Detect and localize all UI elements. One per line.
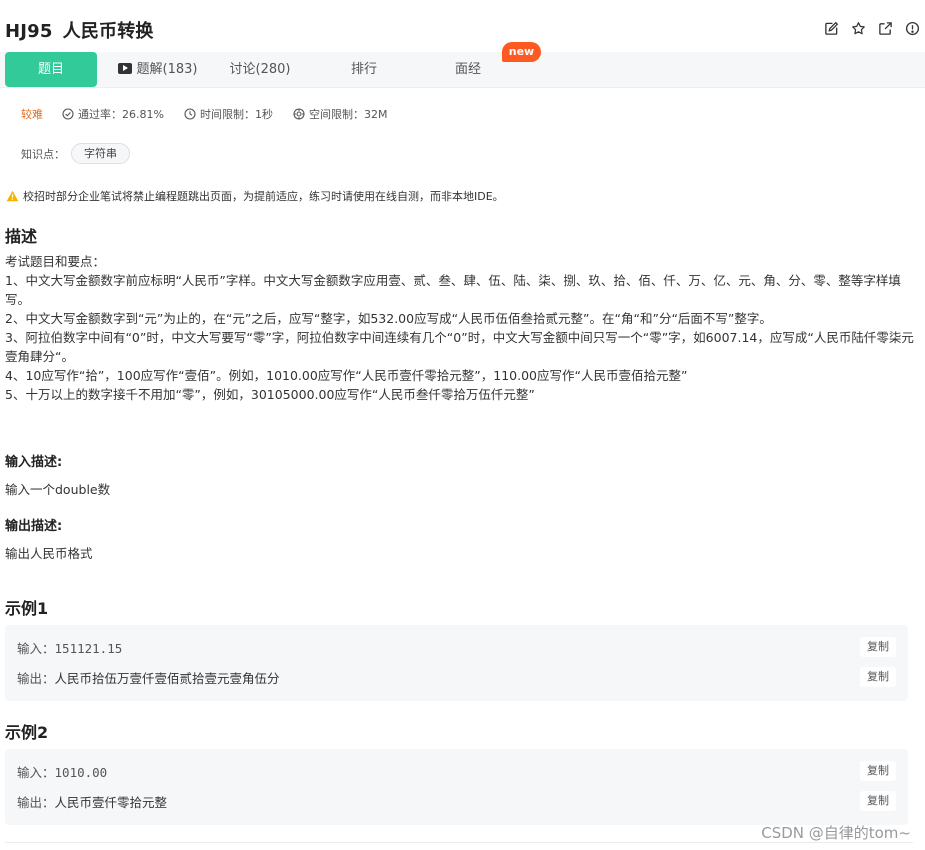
- description-line: 4、10应写作“拾”，100应写作“壹佰”。例如，1010.00应写作“人民币壹…: [5, 368, 688, 383]
- knowledge-points: 知识点： 字符串: [21, 143, 130, 164]
- tab-solutions[interactable]: 题解(183): [110, 52, 205, 88]
- new-badge: new: [502, 42, 541, 62]
- knowledge-label: 知识点：: [21, 147, 65, 161]
- input-value: 1010.00: [54, 765, 108, 780]
- tab-interviews[interactable]: 面经: [444, 52, 492, 88]
- title-actions: [823, 20, 921, 37]
- input-desc-heading: 输入描述:: [5, 455, 63, 470]
- memory-icon: [293, 108, 305, 120]
- star-icon[interactable]: [850, 20, 867, 37]
- description-line: 5、十万以上的数字接千不用加“零”，例如，30105000.00应写作“人民币叁…: [5, 387, 535, 402]
- output-label: 输出：: [17, 795, 55, 810]
- page-title: HJ95 人民币转换: [5, 17, 154, 43]
- example-2-heading: 示例2: [5, 723, 49, 742]
- check-circle-icon: [62, 108, 74, 120]
- input-label: 输入：: [17, 641, 55, 656]
- warning-notice: 校招时部分企业笔试将禁止编程题跳出页面，为提前适应，练习时请使用在线自测，而非本…: [6, 188, 504, 204]
- problem-meta: 较难 通过率：26.81% 时间限制：1秒 空间限制：32M: [21, 106, 407, 122]
- description-line: 考试题目和要点：: [5, 254, 106, 269]
- tab-problem[interactable]: 题目: [5, 52, 97, 87]
- copy-input-button[interactable]: 复制: [860, 637, 896, 657]
- example-1-heading: 示例1: [5, 599, 49, 618]
- output-value: 人民币拾伍万壹仟壹佰贰拾壹元壹角伍分: [54, 671, 280, 686]
- video-icon: [117, 63, 132, 74]
- description-body: 考试题目和要点： 1、中文大写金额数字前应标明“人民币”字样。中文大写金额数字应…: [5, 252, 915, 404]
- output-label: 输出：: [17, 671, 55, 686]
- watermark: CSDN @自律的tom~: [761, 824, 911, 842]
- space-limit-text: 空间限制：32M: [308, 108, 388, 121]
- time-limit: 时间限制：1秒: [184, 106, 273, 122]
- input-value: 151121.15: [54, 641, 123, 656]
- pass-rate-text: 通过率：26.81%: [78, 108, 164, 121]
- tab-bar: 题目 题解(183) 讨论(280) 排行 面经: [0, 52, 925, 88]
- tab-ranking[interactable]: 排行: [340, 52, 388, 88]
- edit-icon[interactable]: [823, 20, 840, 37]
- problem-title: 人民币转换: [62, 21, 154, 42]
- title-bar: HJ95 人民币转换: [0, 0, 925, 52]
- example-1-output: 输出：人民币拾伍万壹仟壹佰贰拾壹元壹角伍分: [17, 668, 280, 687]
- description-line: 3、阿拉伯数字中间有“0”时，中文大写要写“零”字，阿拉伯数字中间连续有几个“0…: [5, 330, 914, 364]
- tab-discussion[interactable]: 讨论(280): [222, 52, 298, 88]
- pass-rate: 通过率：26.81%: [62, 106, 164, 122]
- output-value: 人民币壹仟零拾元整: [54, 795, 168, 810]
- example-1-input: 输入：151121.15: [17, 638, 122, 657]
- input-desc-text: 输入一个double数: [5, 482, 111, 497]
- output-desc-text: 输出人民币格式: [5, 546, 93, 561]
- input-label: 输入：: [17, 765, 55, 780]
- output-desc-heading: 输出描述:: [5, 519, 63, 534]
- space-limit: 空间限制：32M: [293, 106, 388, 122]
- problem-code: HJ95: [5, 21, 53, 42]
- description-line: 2、中文大写金额数字到“元”为止的，在“元”之后，应写“整字，如532.00应写…: [5, 311, 772, 326]
- copy-output-button[interactable]: 复制: [860, 667, 896, 687]
- report-icon[interactable]: [904, 20, 921, 37]
- copy-output-button[interactable]: 复制: [860, 791, 896, 811]
- description-line: 1、中文大写金额数字前应标明“人民币”字样。中文大写金额数字应用壹、贰、叁、肆、…: [5, 273, 901, 307]
- example-2-box: 输入：1010.00 复制 输出：人民币壹仟零拾元整 复制: [5, 749, 908, 825]
- description-heading: 描述: [5, 227, 38, 246]
- example-2-input: 输入：1010.00: [17, 762, 107, 781]
- warning-icon: [6, 190, 19, 202]
- copy-input-button[interactable]: 复制: [860, 761, 896, 781]
- time-limit-text: 时间限制：1秒: [199, 108, 273, 121]
- share-icon[interactable]: [877, 20, 894, 37]
- difficulty-label: 较难: [21, 108, 43, 121]
- example-2-output: 输出：人民币壹仟零拾元整: [17, 792, 167, 811]
- knowledge-tag[interactable]: 字符串: [71, 143, 130, 164]
- tab-solutions-label: 题解(183): [136, 62, 198, 77]
- clock-icon: [184, 108, 196, 120]
- example-1-box: 输入：151121.15 复制 输出：人民币拾伍万壹仟壹佰贰拾壹元壹角伍分 复制: [5, 625, 908, 701]
- warning-text: 校招时部分企业笔试将禁止编程题跳出页面，为提前适应，练习时请使用在线自测，而非本…: [23, 190, 504, 203]
